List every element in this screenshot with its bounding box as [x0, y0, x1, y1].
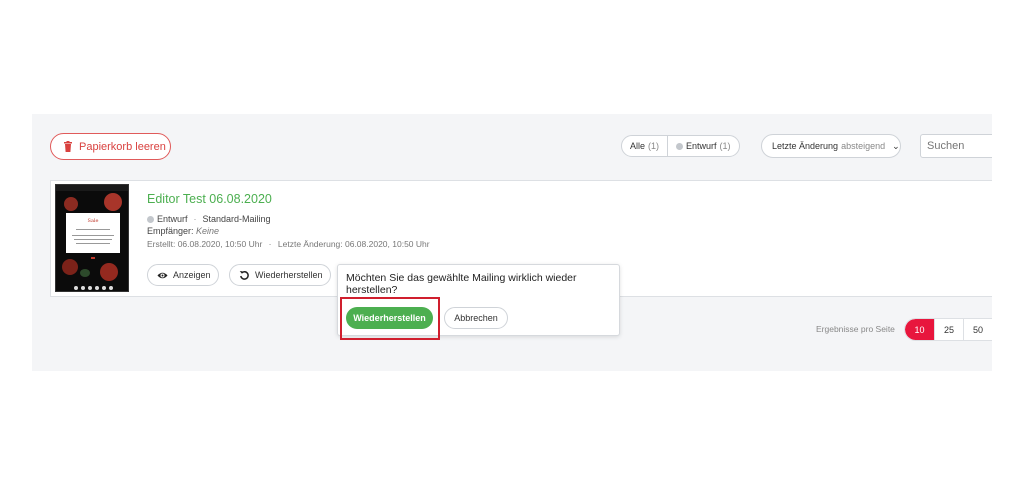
rose-image-icon: [104, 193, 122, 211]
sort-direction: absteigend: [841, 141, 886, 151]
page-size-selector: 10 25 50: [904, 318, 992, 341]
filter-draft-count: (1): [719, 141, 731, 151]
dates-line: Erstellt: 06.08.2020, 10:50 Uhr · Letzte…: [147, 239, 430, 249]
filter-draft[interactable]: Entwurf (1): [667, 136, 739, 156]
modified-date: Letzte Änderung: 06.08.2020, 10:50 Uhr: [277, 239, 430, 249]
page-size-option[interactable]: 10: [905, 319, 934, 340]
empty-trash-label: Papierkorb leeren: [79, 140, 166, 153]
page-size-option[interactable]: 25: [934, 319, 963, 340]
cancel-button[interactable]: Abbrechen: [444, 307, 508, 329]
thumbnail-accent-mark: [91, 257, 95, 259]
thumbnail-text-line: [76, 243, 110, 244]
social-icons: [74, 286, 113, 290]
mailing-type: Standard-Mailing: [202, 214, 271, 224]
highlight-annotation-box: [340, 297, 440, 340]
thumbnail-text-line: [74, 239, 112, 240]
restore-button[interactable]: Wiederherstellen: [229, 264, 331, 286]
status-filter-group: Alle (1) Entwurf (1): [621, 135, 740, 157]
confirm-message: Möchten Sie das gewählte Mailing wirklic…: [346, 272, 577, 296]
recipients-label: Empfänger:: [147, 226, 194, 236]
filter-draft-label: Entwurf: [686, 141, 717, 151]
view-label: Anzeigen: [173, 270, 211, 280]
leaf-image-icon: [80, 269, 90, 277]
created-date: Erstellt: 06.08.2020, 10:50 Uhr: [147, 239, 263, 249]
filter-all-count: (1): [648, 141, 660, 151]
thumbnail-script-text: Sale: [87, 218, 99, 224]
results-per-page-label: Ergebnisse pro Seite: [816, 324, 895, 334]
view-button[interactable]: Anzeigen: [147, 264, 219, 286]
page-size-option[interactable]: 50: [963, 319, 992, 340]
rose-image-icon: [100, 263, 118, 281]
thumbnail-divider: [76, 229, 110, 230]
recipients-value: Keine: [196, 226, 220, 236]
thumbnail-header-bar: [56, 185, 128, 191]
filter-all-label: Alle: [630, 141, 646, 151]
status-dot-icon: [147, 215, 154, 223]
rose-image-icon: [62, 259, 78, 275]
rose-image-icon: [64, 197, 78, 211]
trash-icon: [64, 141, 72, 152]
restore-icon: [239, 270, 249, 280]
mailing-title-link[interactable]: Editor Test 06.08.2020: [147, 192, 272, 206]
draft-status-dot-icon: [676, 142, 684, 150]
filter-all[interactable]: Alle (1): [622, 136, 667, 156]
mailing-status: Entwurf: [157, 214, 188, 224]
sort-label: Letzte Änderung: [772, 141, 839, 151]
meta-separator: ·: [193, 214, 197, 224]
chevron-down-icon: ⌄: [892, 140, 900, 151]
eye-icon: [157, 272, 168, 278]
search-input[interactable]: [920, 134, 992, 158]
restore-label: Wiederherstellen: [255, 270, 323, 280]
sort-dropdown[interactable]: Letzte Änderung absteigend ⌄: [761, 134, 901, 158]
empty-trash-button[interactable]: Papierkorb leeren: [50, 133, 171, 160]
mailing-status-line: Entwurf · Standard-Mailing: [147, 214, 271, 224]
thumbnail-text-line: [72, 235, 114, 236]
recipients-line: Empfänger: Keine: [147, 226, 219, 236]
meta-separator: ·: [268, 239, 272, 249]
mailing-thumbnail[interactable]: Sale: [55, 184, 129, 292]
